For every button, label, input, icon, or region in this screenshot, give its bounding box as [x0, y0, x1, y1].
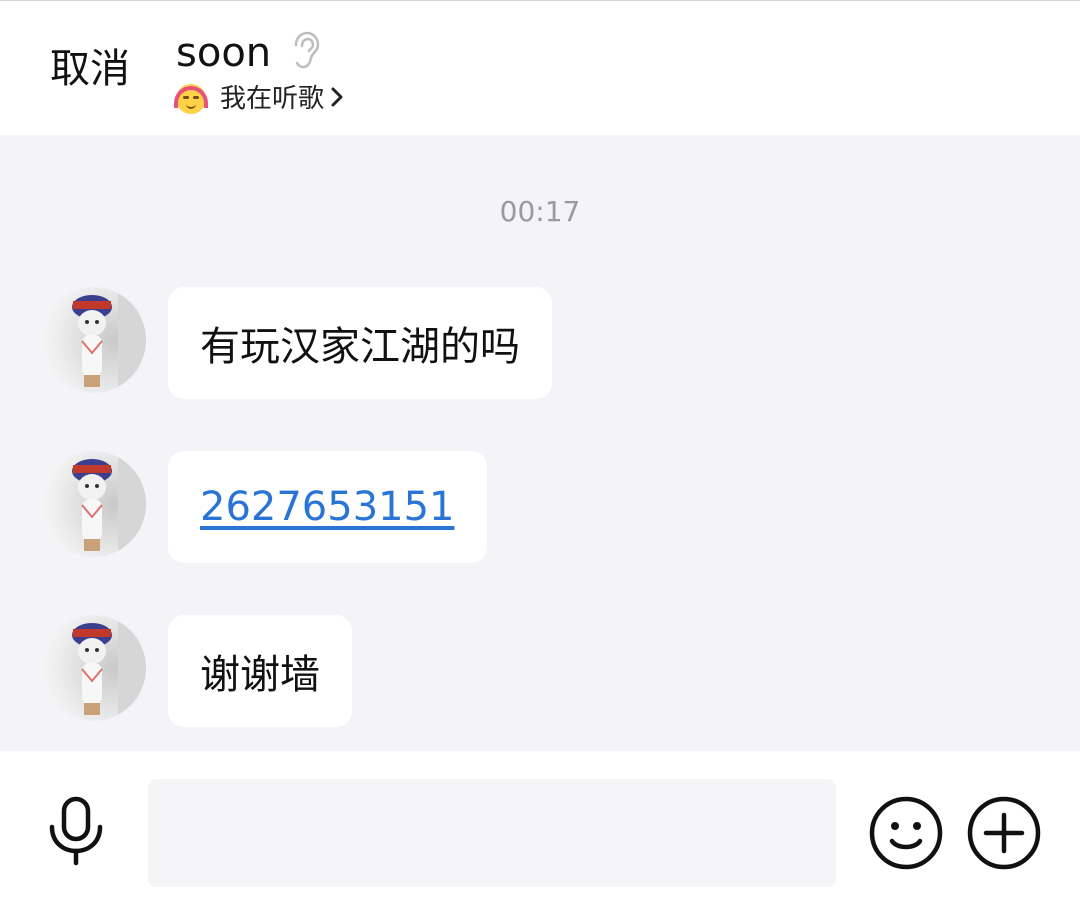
smiley-icon[interactable]	[868, 795, 944, 875]
headphones-smile-emoji-icon	[174, 84, 208, 114]
avatar[interactable]	[40, 615, 146, 721]
message-link-bubble[interactable]: 2627653151	[168, 451, 487, 563]
avatar[interactable]	[40, 287, 146, 393]
message-bubble[interactable]: 有玩汉家江湖的吗	[168, 287, 552, 399]
status-row[interactable]: 我在听歌	[174, 83, 344, 115]
message-row: 2627653151	[40, 451, 487, 563]
message-timestamp: 00:17	[499, 195, 581, 228]
contact-name[interactable]: soon	[176, 29, 271, 77]
chat-header: 取消 soon 我在听歌	[0, 0, 1080, 135]
cancel-button[interactable]: 取消	[50, 41, 130, 97]
chevron-right-icon	[330, 86, 344, 112]
message-row: 谢谢墙	[40, 615, 370, 727]
message-input[interactable]	[148, 779, 836, 887]
title-area[interactable]: soon	[176, 29, 320, 77]
ear-icon[interactable]	[290, 31, 320, 75]
avatar[interactable]	[40, 451, 146, 557]
message-list[interactable]: 00:17 有玩汉家江湖的吗 2627653151 谢谢墙	[0, 135, 1080, 751]
microphone-icon[interactable]	[44, 795, 108, 871]
status-text: 我在听歌	[220, 84, 325, 114]
input-bar	[0, 751, 1080, 913]
message-bubble[interactable]: 谢谢墙	[168, 615, 352, 727]
message-row: 有玩汉家江湖的吗	[40, 287, 600, 399]
plus-circle-icon[interactable]	[966, 795, 1042, 875]
